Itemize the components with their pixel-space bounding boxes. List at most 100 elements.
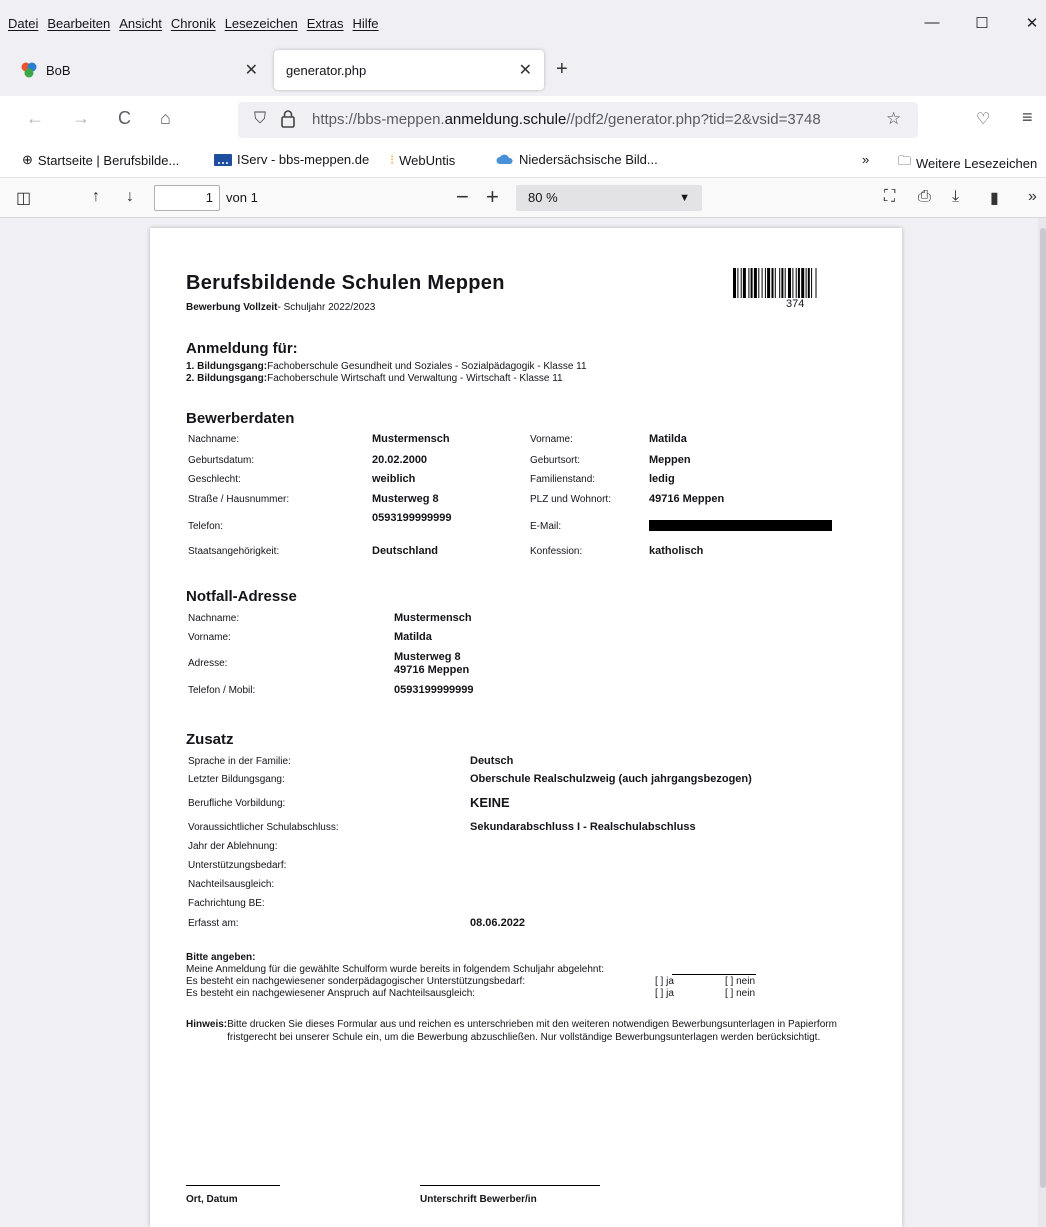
previous-page-icon[interactable]: ↑	[92, 188, 100, 206]
value-notfall-vorname: Matilda	[394, 631, 432, 643]
home-icon[interactable]: ⌂	[160, 108, 171, 129]
pdf-viewer[interactable]: Berufsbildende Schulen Meppen Bewerbung …	[0, 218, 1046, 1227]
section-zusatz: Zusatz	[186, 731, 234, 748]
forward-icon[interactable]: →	[72, 108, 90, 129]
bitte-angeben-title: Bitte angeben:	[186, 952, 256, 963]
value-schulabschluss: Sekundarabschluss I - Realschulabschluss	[470, 821, 696, 833]
value-telefon: 0593199999999	[372, 512, 452, 524]
bildungsgang-text: Fachoberschule Wirtschaft und Verwaltung…	[267, 373, 563, 384]
bookmark-iserv[interactable]: IServ - bbs-meppen.de	[214, 152, 369, 167]
subtitle-bold: Bewerbung Vollzeit	[186, 302, 278, 313]
value-notfall-adresse-city: 49716 Meppen	[394, 664, 470, 676]
download-icon[interactable]: ⤓	[952, 188, 959, 206]
zoom-out-icon[interactable]: −	[456, 184, 469, 210]
value-geschlecht: weiblich	[372, 473, 416, 485]
tab-title: generator.php	[286, 62, 367, 78]
bookmark-icon[interactable]: ▮	[990, 188, 999, 208]
barcode-bar	[788, 268, 791, 298]
label-jahr-ablehnung: Jahr der Ablehnung:	[188, 841, 278, 852]
folder-icon: 🗀	[898, 153, 912, 168]
angeben-unterstuetzung: Es besteht ein nachgewiesener sonderpäda…	[186, 976, 526, 987]
value-konfession: katholisch	[649, 545, 704, 557]
label-geburtsdatum: Geburtsdatum:	[188, 455, 255, 466]
value-notfall-nachname: Mustermensch	[394, 612, 472, 624]
presentation-mode-icon[interactable]: ⛶	[884, 188, 895, 206]
menu-extras[interactable]: Extras	[307, 16, 344, 31]
label-konfession: Konfession:	[530, 546, 583, 557]
bookmark-webuntis[interactable]: ⁝ WebUntis	[390, 152, 455, 168]
url-bar[interactable]: ⛉ https://bbs-meppen.anmeldung.schule//p…	[238, 102, 918, 138]
value-nachname: Mustermensch	[372, 433, 450, 445]
page-number-input[interactable]: 1	[154, 185, 220, 211]
document-subtitle: Bewerbung Vollzeit - Schuljahr 2022/2023	[186, 302, 375, 313]
barcode-bar	[767, 268, 771, 298]
bookmarks-more-icon[interactable]: »	[862, 152, 869, 167]
minimize-button[interactable]: —	[912, 14, 952, 34]
bookmark-startseite[interactable]: ⊕ Startseite | Berufsbilde...	[22, 152, 179, 168]
back-icon[interactable]: ←	[26, 108, 44, 129]
close-window-button[interactable]: ✕	[1012, 14, 1046, 34]
new-tab-button[interactable]: +	[556, 58, 568, 81]
barcode-bar	[740, 268, 742, 298]
tracking-shield-icon[interactable]: ⛉	[254, 110, 266, 128]
angeben-ablehnung: Meine Anmeldung für die gewählte Schulfo…	[186, 964, 605, 975]
scrollbar-thumb[interactable]	[1040, 228, 1046, 1188]
barcode-icon	[733, 268, 817, 298]
menu-hilfe[interactable]: Hilfe	[353, 16, 379, 31]
label-notfall-adresse: Adresse:	[188, 658, 228, 669]
tab-close-icon[interactable]: ✕	[245, 60, 258, 80]
label-geschlecht: Geschlecht:	[188, 474, 241, 485]
next-page-icon[interactable]: ↓	[126, 188, 134, 206]
globe-icon: ⊕	[22, 152, 33, 167]
menu-lesezeichen[interactable]: Lesezeichen	[225, 16, 298, 31]
menu-datei[interactable]: Datei	[8, 16, 38, 31]
barcode-bar	[779, 268, 781, 298]
label-staatsangehoerigkeit: Staatsangehörigkeit:	[188, 546, 280, 557]
barcode-bar	[815, 268, 817, 298]
lock-icon[interactable]	[280, 109, 296, 129]
value-erfasst-am: 08.06.2022	[470, 917, 526, 929]
maximize-button[interactable]: ☐	[962, 14, 1002, 34]
value-notfall-adresse-street: Musterweg 8	[394, 651, 461, 663]
reload-icon[interactable]: C	[118, 108, 131, 129]
tab-close-icon[interactable]: ✕	[519, 60, 532, 80]
menu-bar: Datei Bearbeiten Ansicht Chronik Lesezei…	[0, 0, 1046, 46]
unterstuetzung-ja: [ ] ja	[655, 976, 674, 987]
pocket-icon[interactable]: ♡	[976, 109, 990, 129]
bookmark-niedersachsen[interactable]: Niedersächsische Bild...	[496, 152, 658, 167]
unterschrift-line	[420, 1185, 600, 1186]
bookmark-star-icon[interactable]: ☆	[886, 109, 901, 129]
hinweis-label: Hinweis:	[186, 1019, 228, 1030]
value-plz-wohnort: 49716 Meppen	[649, 493, 725, 505]
url-text[interactable]: https://bbs-meppen.anmeldung.schule//pdf…	[312, 111, 880, 128]
webuntis-icon: ⁝	[390, 152, 395, 167]
value-notfall-telefon: 0593199999999	[394, 684, 474, 696]
school-title: Berufsbildende Schulen Meppen	[186, 272, 505, 294]
nachteilsausgleich-ja: [ ] ja	[655, 988, 674, 999]
tools-more-icon[interactable]: »	[1028, 188, 1037, 206]
barcode-number: 374	[786, 298, 805, 310]
label-fachrichtung: Fachrichtung BE:	[188, 898, 265, 909]
barcode-bar	[811, 268, 813, 298]
print-icon[interactable]: ⎙	[918, 188, 931, 206]
angeben-nachteilsausgleich: Es besteht ein nachgewiesener Anspruch a…	[186, 988, 476, 999]
barcode-bar	[748, 268, 750, 298]
tab-bob[interactable]: BoB ✕	[8, 50, 270, 90]
section-anmeldung: Anmeldung für:	[186, 340, 298, 357]
barcode-bar	[795, 268, 797, 298]
barcode-bar	[792, 268, 794, 298]
barcode-bar	[771, 268, 774, 298]
barcode-bar	[801, 268, 805, 298]
navigation-bar: ← → C ⌂ ⛉ https://bbs-meppen.anmeldung.s…	[0, 96, 1046, 144]
menu-bearbeiten[interactable]: Bearbeiten	[47, 16, 110, 31]
bookmark-folder-weitere[interactable]: 🗀 Weitere Lesezeichen	[898, 152, 1037, 174]
sidebar-toggle-icon[interactable]: ◫	[16, 188, 31, 208]
barcode-bar	[761, 268, 763, 298]
zoom-select[interactable]: 80 % ▼	[516, 185, 702, 211]
tab-title: BoB	[46, 62, 71, 78]
zoom-in-icon[interactable]: +	[486, 184, 499, 210]
menu-chronik[interactable]: Chronik	[171, 16, 216, 31]
tab-generator[interactable]: generator.php ✕	[274, 50, 544, 90]
menu-hamburger-icon[interactable]: ≡	[1022, 107, 1033, 128]
menu-ansicht[interactable]: Ansicht	[119, 16, 162, 31]
